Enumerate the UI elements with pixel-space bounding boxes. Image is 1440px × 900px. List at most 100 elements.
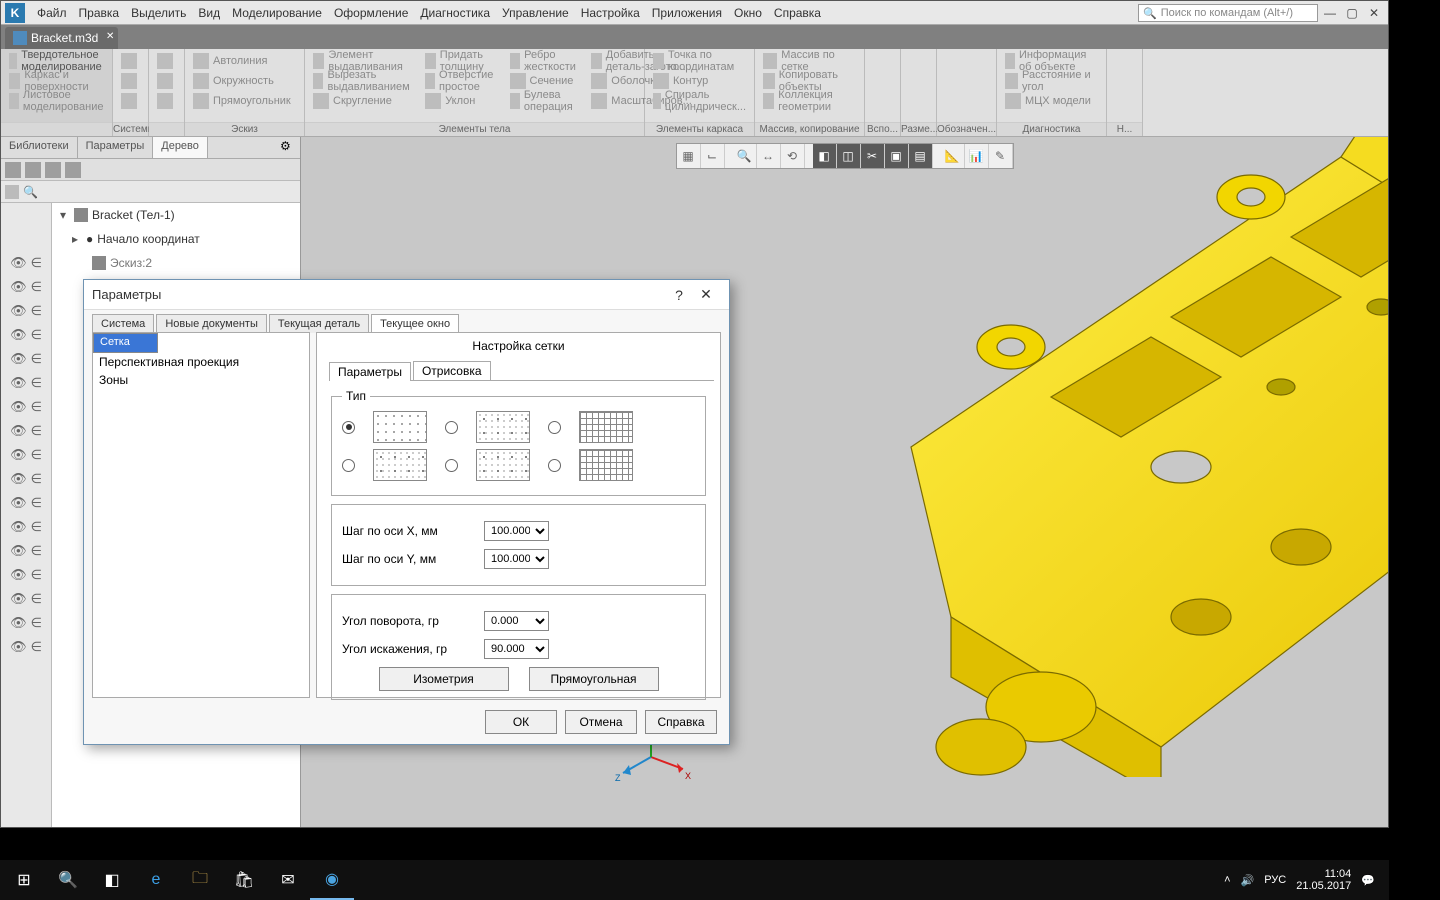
menu-edit[interactable]: Правка (73, 3, 126, 23)
eye-icon[interactable]: 👁 (10, 567, 27, 583)
menu-select[interactable]: Выделить (125, 3, 192, 23)
isometry-button[interactable]: Изометрия (379, 667, 509, 691)
menu-model[interactable]: Моделирование (226, 3, 328, 23)
list-grid[interactable]: Сетка (93, 333, 158, 353)
hole-button[interactable]: Отверстие простое (423, 71, 501, 91)
menu-format[interactable]: Оформление (328, 3, 414, 23)
type-radio-1[interactable] (342, 421, 355, 434)
extrude-button[interactable]: Элемент выдавливания (311, 51, 417, 71)
point-button[interactable]: Точка по координатам (651, 51, 748, 71)
subtab-params[interactable]: Параметры (329, 362, 411, 381)
geom-coll-button[interactable]: Коллекция геометрии (761, 91, 858, 111)
menu-apps[interactable]: Приложения (646, 3, 728, 23)
cancel-button[interactable]: Отмена (565, 710, 637, 734)
copy-obj-button[interactable]: Копировать объекты (761, 71, 858, 91)
eye-icon[interactable]: 👁 (10, 327, 27, 343)
menu-settings[interactable]: Настройка (575, 3, 646, 23)
kompas-taskbar-icon[interactable]: ◉ (310, 860, 354, 900)
close-icon[interactable]: ✕ (106, 31, 114, 42)
close-icon[interactable]: ✕ (691, 286, 721, 303)
list-zones[interactable]: Зоны (93, 371, 309, 389)
sheet-mode[interactable]: Листовое моделирование (7, 91, 106, 111)
doc-tab[interactable]: Bracket.m3d ✕ (5, 27, 118, 49)
start-button[interactable]: ⊞ (2, 860, 46, 900)
help-icon[interactable]: ? (667, 287, 691, 303)
search-button[interactable]: 🔍 (46, 860, 90, 900)
eye-icon[interactable]: 👁 (10, 615, 27, 631)
draft-button[interactable]: Уклон (423, 91, 501, 111)
type-radio-5[interactable] (445, 459, 458, 472)
rectangle-button[interactable]: Прямоугольник (191, 91, 298, 111)
menu-manage[interactable]: Управление (496, 3, 575, 23)
subtab-render[interactable]: Отрисовка (413, 361, 491, 380)
eye-icon[interactable]: 👁 (10, 519, 27, 535)
tab-current-window[interactable]: Текущее окно (371, 314, 459, 333)
eye-icon[interactable]: 👁 (10, 255, 27, 271)
tab-params[interactable]: Параметры (78, 137, 154, 158)
notifications-icon[interactable]: 💬 (1361, 874, 1375, 887)
eye-icon[interactable]: 👁 (10, 279, 27, 295)
tab-system[interactable]: Система (92, 314, 154, 333)
circle-button[interactable]: Окружность (191, 71, 298, 91)
eye-icon[interactable]: 👁 (10, 351, 27, 367)
tab-tree[interactable]: Дерево (153, 137, 208, 158)
clock[interactable]: 11:04 21.05.2017 (1296, 868, 1351, 892)
command-search[interactable]: 🔍 Поиск по командам (Alt+/) (1138, 4, 1318, 22)
menu-help[interactable]: Справка (768, 3, 827, 23)
eye-icon[interactable]: 👁 (10, 447, 27, 463)
maximize-button[interactable]: ▢ (1342, 5, 1362, 21)
type-radio-3[interactable] (548, 421, 561, 434)
cut-extrude-button[interactable]: Вырезать выдавливанием (311, 71, 417, 91)
eye-icon[interactable]: 👁 (10, 423, 27, 439)
eye-icon[interactable]: 👁 (10, 639, 27, 655)
tree-root[interactable]: ▾Bracket (Тел-1) (52, 203, 300, 227)
rectangular-button[interactable]: Прямоугольная (529, 667, 659, 691)
rotation-select[interactable]: 0.000 (484, 611, 549, 631)
list-perspective[interactable]: Перспективная проекция (93, 353, 309, 371)
contour-button[interactable]: Контур (651, 71, 748, 91)
save-button[interactable] (119, 91, 142, 111)
eye-icon[interactable]: 👁 (10, 399, 27, 415)
type-radio-4[interactable] (342, 459, 355, 472)
boolean-button[interactable]: Булева операция (508, 91, 584, 111)
tab-new-docs[interactable]: Новые документы (156, 314, 267, 333)
new-button[interactable] (119, 51, 142, 71)
eye-icon[interactable]: 👁 (10, 543, 27, 559)
taskview-button[interactable]: ◧ (90, 860, 134, 900)
distance-button[interactable]: Расстояние и угол (1003, 71, 1100, 91)
autoline-button[interactable]: Автолиния (191, 51, 298, 71)
spiral-button[interactable]: Спираль цилиндрическ... (651, 91, 748, 111)
close-button[interactable]: ✕ (1364, 5, 1384, 21)
gear-icon[interactable]: ⚙ (280, 139, 298, 157)
step-y-select[interactable]: 100.000 (484, 549, 549, 569)
tree-collapse-icon[interactable] (45, 162, 61, 178)
tree-search-input[interactable] (41, 186, 296, 198)
lang-indicator[interactable]: РУС (1264, 874, 1286, 886)
eye-icon[interactable]: 👁 (10, 591, 27, 607)
skew-select[interactable]: 90.000 (484, 639, 549, 659)
filter-icon[interactable] (5, 185, 19, 199)
open-button[interactable] (119, 71, 142, 91)
help-button[interactable]: Справка (645, 710, 717, 734)
mail-icon[interactable]: ✉ (266, 860, 310, 900)
chevron-up-icon[interactable]: ˄ (1224, 874, 1230, 886)
redo-button[interactable] (155, 91, 178, 111)
volume-icon[interactable]: 🔊 (1241, 874, 1255, 887)
array-grid-button[interactable]: Массив по сетке (761, 51, 858, 71)
dialog-titlebar[interactable]: Параметры ? ✕ (84, 280, 729, 310)
rib-button[interactable]: Ребро жесткости (508, 51, 584, 71)
menu-view[interactable]: Вид (192, 3, 226, 23)
minimize-button[interactable]: — (1320, 5, 1340, 21)
tree-origin[interactable]: ▸●Начало координат (52, 227, 300, 251)
search-icon[interactable]: 🔍 (23, 185, 37, 199)
fillet-button[interactable]: Скругление (311, 91, 417, 111)
tab-libraries[interactable]: Библиотеки (1, 137, 78, 158)
thicken-button[interactable]: Придать толщину (423, 51, 501, 71)
menu-file[interactable]: Файл (31, 3, 73, 23)
menu-diag[interactable]: Диагностика (414, 3, 496, 23)
step-x-select[interactable]: 100.000 (484, 521, 549, 541)
print-button[interactable] (155, 51, 178, 71)
eye-icon[interactable]: 👁 (10, 375, 27, 391)
explorer-icon[interactable]: 🗀 (178, 860, 222, 900)
solid-modeling-mode[interactable]: Твердотельное моделирование (7, 51, 106, 71)
